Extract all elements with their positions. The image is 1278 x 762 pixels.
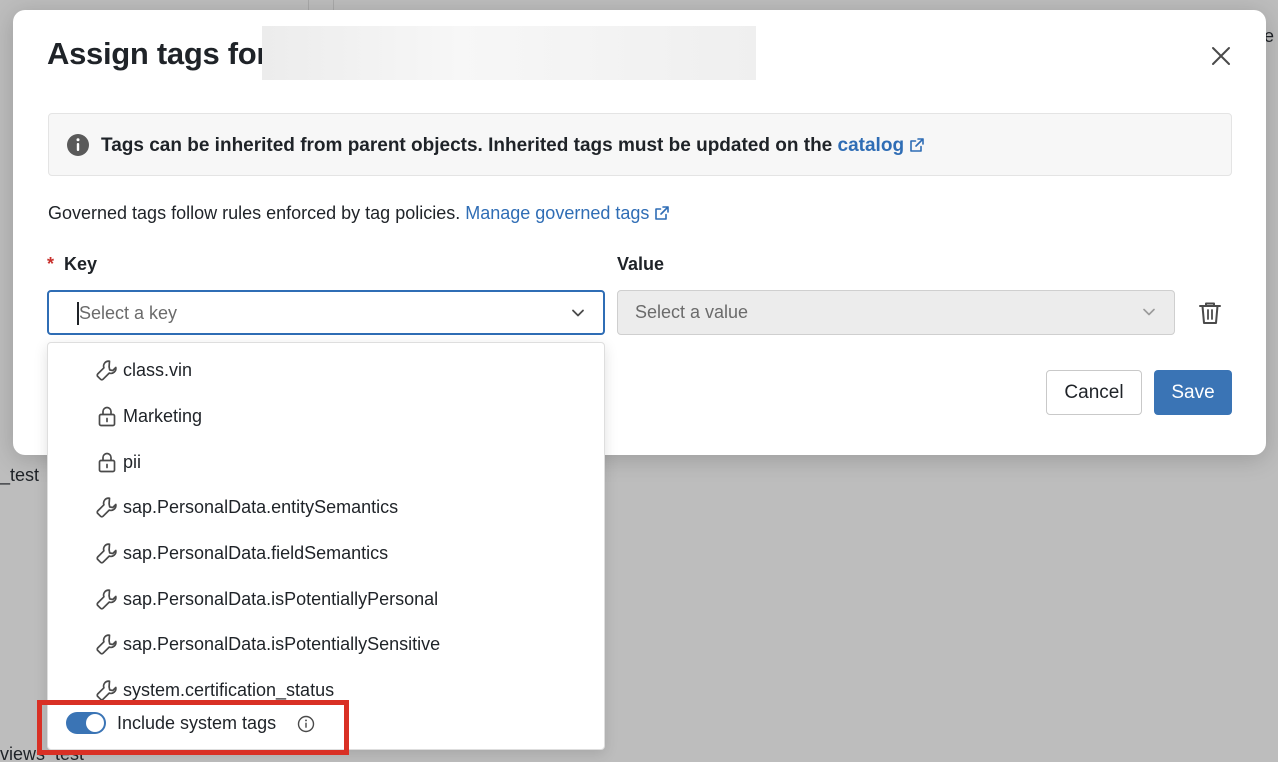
catalog-link-text: catalog bbox=[837, 135, 905, 156]
wrench-icon bbox=[96, 543, 117, 564]
key-option-label: sap.PersonalData.entitySemantics bbox=[123, 497, 399, 517]
info-circle-icon bbox=[67, 134, 89, 156]
key-option-label: sap.PersonalData.isPotentiallyPersonal bbox=[123, 589, 439, 609]
key-option-class-vin[interactable]: class.vin bbox=[48, 351, 604, 391]
external-link-icon bbox=[910, 138, 924, 152]
key-options-dropdown: class.vin Marketing pii sap.PersonalData… bbox=[47, 342, 605, 750]
governed-tags-text: Governed tags follow rules enforced by t… bbox=[48, 203, 461, 223]
key-label-text: Key bbox=[64, 254, 98, 274]
value-select[interactable]: Select a value bbox=[617, 290, 1175, 335]
inheritance-info-banner: Tags can be inherited from parent object… bbox=[48, 113, 1232, 176]
key-option-is-potentially-sensitive[interactable]: sap.PersonalData.isPotentiallySensitive bbox=[48, 625, 604, 665]
key-option-entity-semantics[interactable]: sap.PersonalData.entitySemantics bbox=[48, 488, 604, 528]
key-option-label: sap.PersonalData.fieldSemantics bbox=[123, 543, 389, 563]
wrench-icon bbox=[96, 680, 117, 701]
info-message: Tags can be inherited from parent object… bbox=[101, 135, 925, 157]
key-option-label: Marketing bbox=[123, 406, 203, 426]
lock-icon bbox=[98, 452, 116, 473]
manage-governed-tags-link-text: Manage governed tags bbox=[465, 203, 650, 223]
key-option-label: sap.PersonalData.isPotentiallySensitive bbox=[123, 634, 441, 654]
trash-icon[interactable] bbox=[1197, 300, 1223, 326]
key-option-label: pii bbox=[123, 452, 142, 472]
toggle-knob bbox=[86, 714, 104, 732]
include-system-tags-label: Include system tags bbox=[117, 713, 277, 733]
manage-governed-tags-link[interactable]: Manage governed tags bbox=[465, 203, 670, 223]
include-system-tags-row: Include system tags bbox=[48, 705, 604, 745]
close-button[interactable] bbox=[1205, 40, 1237, 72]
info-outline-icon[interactable] bbox=[297, 715, 315, 733]
key-option-field-semantics[interactable]: sap.PersonalData.fieldSemantics bbox=[48, 534, 604, 574]
lock-icon bbox=[98, 406, 116, 427]
key-select[interactable]: Select a key bbox=[47, 290, 605, 335]
key-option-is-potentially-personal[interactable]: sap.PersonalData.isPotentiallyPersonal bbox=[48, 580, 604, 620]
key-option-marketing[interactable]: Marketing bbox=[48, 397, 604, 437]
key-option-pii[interactable]: pii bbox=[48, 443, 604, 483]
wrench-icon bbox=[96, 634, 117, 655]
key-option-label: system.certification_status bbox=[123, 680, 335, 700]
save-button[interactable]: Save bbox=[1154, 370, 1232, 415]
background-row-label: _test bbox=[0, 465, 40, 485]
include-system-tags-toggle[interactable] bbox=[66, 712, 106, 734]
chevron-down-icon bbox=[572, 309, 584, 317]
value-placeholder: Select a value bbox=[635, 302, 749, 322]
wrench-icon bbox=[96, 360, 117, 381]
dialog-title: Assign tags for bbox=[47, 36, 269, 71]
key-placeholder: Select a key bbox=[79, 303, 178, 323]
wrench-icon bbox=[96, 589, 117, 610]
value-label: Value bbox=[617, 254, 665, 274]
external-link-icon bbox=[655, 206, 670, 220]
close-icon bbox=[1212, 47, 1230, 65]
catalog-link[interactable]: catalog bbox=[838, 135, 926, 156]
required-marker: * bbox=[47, 254, 55, 274]
cancel-button[interactable]: Cancel bbox=[1046, 370, 1142, 415]
wrench-icon bbox=[96, 497, 117, 518]
governed-tags-note: Governed tags follow rules enforced by t… bbox=[48, 203, 670, 224]
info-message-text: Tags can be inherited from parent object… bbox=[101, 135, 833, 156]
key-option-label: class.vin bbox=[123, 360, 193, 380]
redacted-object-name bbox=[262, 26, 756, 80]
chevron-down-icon bbox=[1143, 308, 1155, 316]
key-label: * Key bbox=[47, 254, 97, 275]
